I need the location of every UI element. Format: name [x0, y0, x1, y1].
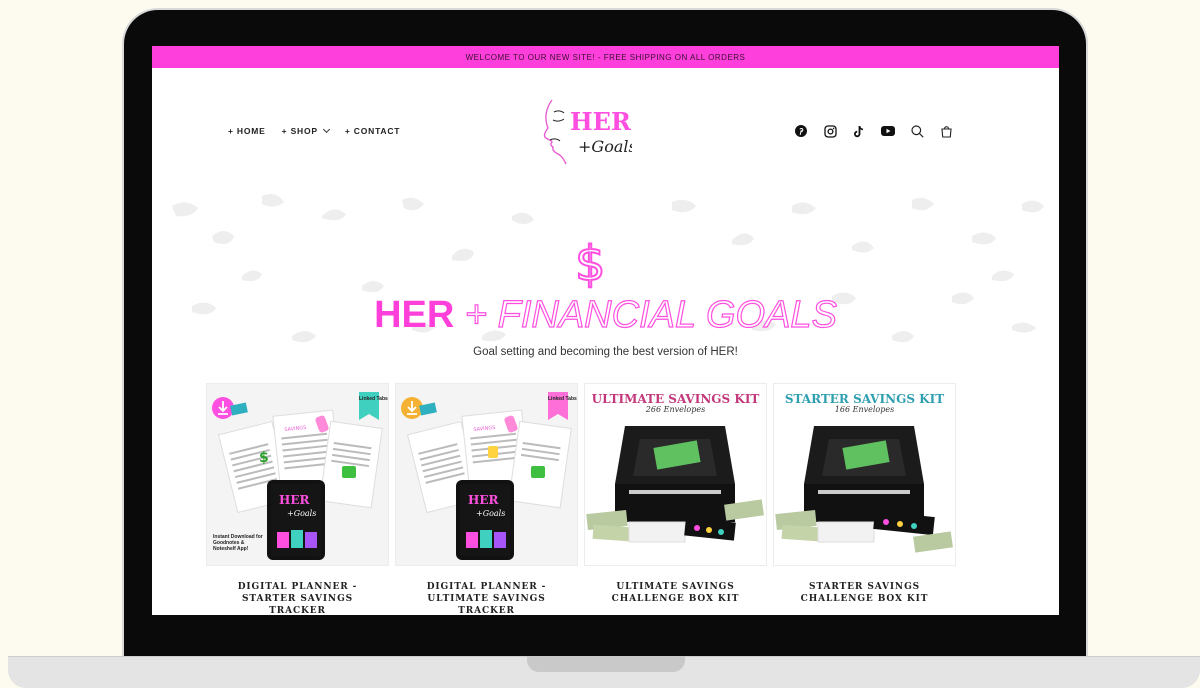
pinterest-icon[interactable] [794, 124, 808, 138]
dollar-icon: $ [574, 235, 607, 293]
nav-contact-label: + CONTACT [344, 126, 401, 136]
chevron-down-icon [322, 125, 330, 134]
kit-title: ULTIMATE SAVINGS KIT [591, 392, 760, 406]
product-title[interactable]: ULTIMATE SAVINGS CHALLENGE BOX KIT [584, 581, 767, 605]
announcement-bar: WELCOME TO OUR NEW SITE! - FREE SHIPPING… [152, 46, 1059, 68]
product-image[interactable]: ULTIMATE SAVINGS KIT 266 Envelopes [584, 383, 767, 566]
product-card[interactable]: SAVINGS $ HER +Goals Linked Tabs Instant… [206, 383, 389, 615]
linked-tabs-badge: Linked Tabs [548, 396, 577, 402]
announcement-text: WELCOME TO OUR NEW SITE! - FREE SHIPPING… [465, 52, 746, 62]
search-icon[interactable] [910, 124, 924, 138]
product-image[interactable]: SAVINGS HER +Goals Linked Tabs [395, 383, 578, 566]
svg-text:+Goals: +Goals [287, 509, 316, 518]
hero-title-rest: + FINANCIAL GOALS [464, 293, 837, 336]
product-grid: SAVINGS $ HER +Goals Linked Tabs Instant… [206, 383, 956, 615]
svg-text:+Goals: +Goals [578, 137, 632, 156]
hero-title: HER + FINANCIAL GOALS [152, 293, 1059, 337]
header-icons [794, 124, 953, 138]
product-image[interactable]: SAVINGS $ HER +Goals Linked Tabs Instant… [206, 383, 389, 566]
hero-subtitle: Goal setting and becoming the best versi… [473, 346, 738, 358]
linked-tabs-badge: Linked Tabs [359, 396, 388, 402]
cart-icon[interactable] [939, 124, 953, 138]
nav-home[interactable]: + HOME [228, 126, 266, 136]
nav-shop-label: + SHOP [281, 126, 318, 136]
tiktok-icon[interactable] [852, 124, 866, 138]
product-title[interactable]: STARTER SAVINGS CHALLENGE BOX KIT [773, 581, 956, 605]
hero-title-her: HER [374, 294, 455, 336]
site-header: + HOME + SHOP + CONTACT HER +Goals [152, 68, 1059, 186]
svg-text:HER: HER [468, 493, 499, 507]
product-card[interactable]: STARTER SAVINGS KIT 166 Envelopes STARTE… [773, 383, 956, 615]
website-screen: WELCOME TO OUR NEW SITE! - FREE SHIPPING… [152, 46, 1059, 615]
product-card[interactable]: SAVINGS HER +Goals Linked Tabs DIGITAL P… [395, 383, 578, 615]
kit-subtitle: 166 Envelopes [834, 405, 895, 414]
svg-text:$: $ [259, 450, 269, 466]
product-card[interactable]: ULTIMATE SAVINGS KIT 266 Envelopes ULTIM… [584, 383, 767, 615]
nav-contact[interactable]: + CONTACT [345, 126, 400, 136]
youtube-icon[interactable] [881, 124, 895, 138]
product-note: Instant Download for Goodnotes & Noteshe… [213, 534, 263, 552]
her-goals-logo[interactable]: HER +Goals [540, 94, 632, 172]
nav-shop[interactable]: + SHOP [281, 125, 330, 136]
hero-section: $ HER + FINANCIAL GOALS Goal setting and… [152, 186, 1059, 366]
product-title[interactable]: DIGITAL PLANNER - ULTIMATE SAVINGS TRACK… [395, 581, 578, 615]
svg-text:+Goals: +Goals [476, 509, 505, 518]
main-nav: + HOME + SHOP + CONTACT [228, 125, 400, 136]
kit-title: STARTER SAVINGS KIT [784, 392, 945, 406]
nav-home-label: + HOME [228, 126, 266, 136]
kit-subtitle: 266 Envelopes [645, 405, 706, 414]
instagram-icon[interactable] [823, 124, 837, 138]
laptop-notch [527, 656, 685, 672]
product-title[interactable]: DIGITAL PLANNER - STARTER SAVINGS TRACKE… [206, 581, 389, 615]
product-image[interactable]: STARTER SAVINGS KIT 166 Envelopes [773, 383, 956, 566]
svg-text:HER: HER [570, 107, 632, 136]
svg-text:HER: HER [279, 493, 310, 507]
